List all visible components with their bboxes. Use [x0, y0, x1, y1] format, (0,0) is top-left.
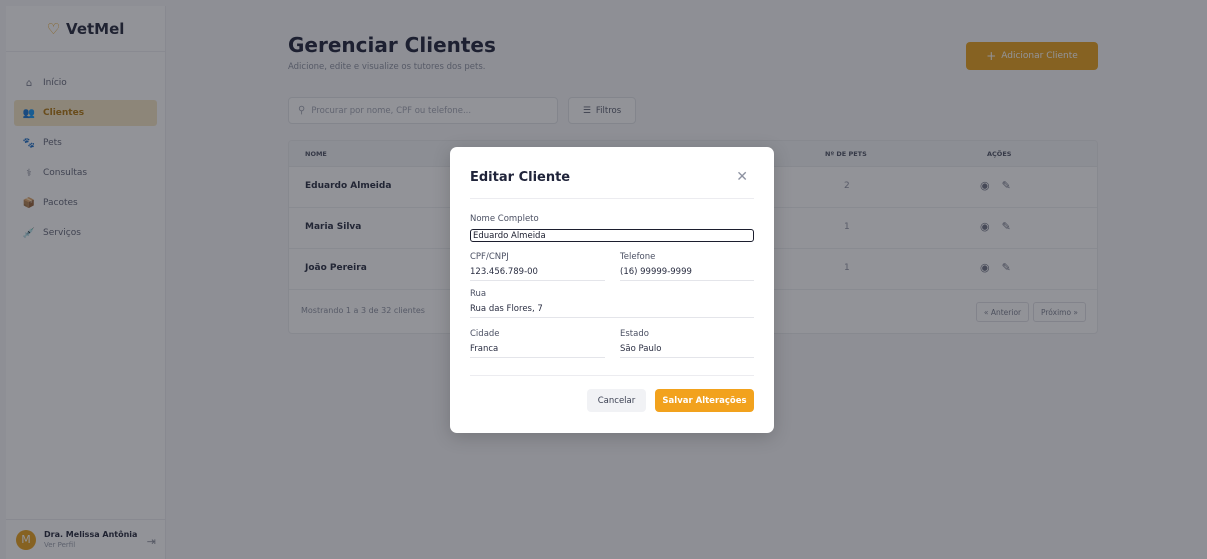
street-field[interactable]: Rua das Flores, 7 — [470, 304, 754, 318]
city-field[interactable]: Franca — [470, 344, 605, 358]
modal-title: Editar Cliente — [470, 170, 571, 185]
phone-label: Telefone — [620, 252, 656, 262]
cpf-field[interactable]: 123.456.789-00 — [470, 267, 605, 281]
cancel-button[interactable]: Cancelar — [587, 389, 646, 412]
divider — [470, 375, 754, 376]
name-label: Nome Completo — [470, 214, 539, 224]
state-field[interactable]: São Paulo — [620, 344, 754, 358]
full-name-field[interactable] — [470, 229, 754, 242]
save-changes-button[interactable]: Salvar Alterações — [655, 389, 754, 412]
street-label: Rua — [470, 289, 487, 299]
state-label: Estado — [620, 329, 649, 339]
phone-field[interactable]: (16) 99999-9999 — [620, 267, 754, 281]
cpf-label: CPF/CNPJ — [470, 252, 509, 262]
city-label: Cidade — [470, 329, 500, 339]
divider — [470, 198, 754, 199]
edit-client-modal: Editar Cliente ✕ Nome Completo CPF/CNPJ … — [450, 147, 774, 433]
close-icon[interactable]: ✕ — [736, 169, 748, 185]
